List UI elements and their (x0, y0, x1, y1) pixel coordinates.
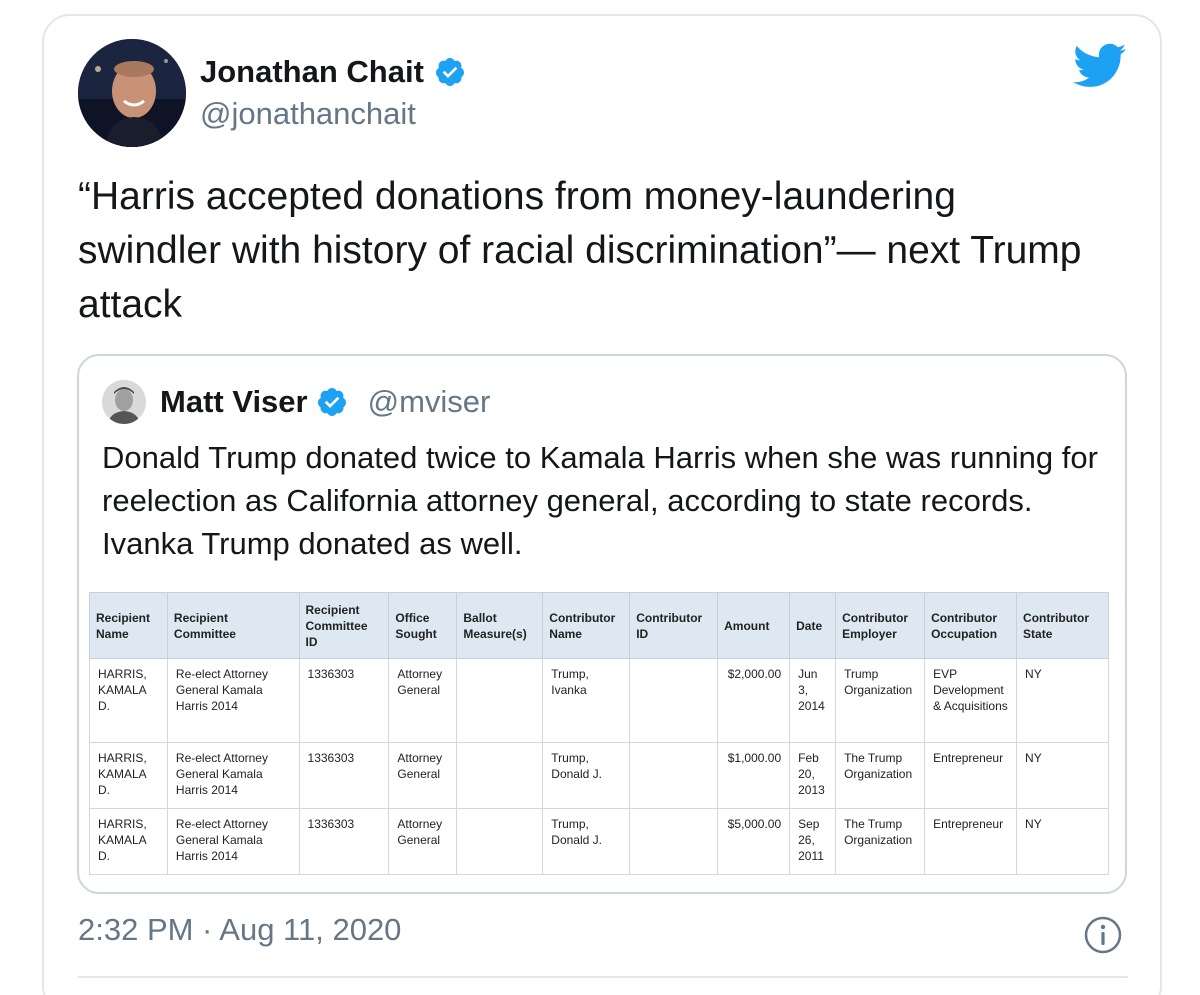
column-header: Date (789, 592, 837, 659)
column-header: Recipient Committee (166, 592, 300, 659)
verified-badge-icon (435, 58, 464, 86)
author-handle[interactable]: @jonathanchait (200, 96, 416, 132)
table-cell: Re-elect Attorney General Kamala Harris … (166, 742, 300, 809)
table-cell: HARRIS, KAMALA D. (89, 808, 168, 875)
table-cell: Feb 20, 2013 (789, 742, 837, 809)
table-cell: HARRIS, KAMALA D. (89, 742, 168, 809)
table-cell: Attorney General (388, 658, 458, 743)
quoted-tweet-text: Donald Trump donated twice to Kamala Har… (102, 440, 1098, 561)
table-row: HARRIS, KAMALA D. Re-elect Attorney Gene… (89, 742, 1109, 809)
tweet-timestamp[interactable]: 2:32 PM · Aug 11, 2020 (78, 912, 401, 948)
twitter-bird-icon[interactable] (1073, 43, 1127, 89)
quoted-author-avatar-image (102, 380, 146, 424)
table-cell: The Trump Organization (835, 808, 926, 875)
table-cell (456, 808, 544, 875)
table-cell: Sep 26, 2011 (789, 808, 837, 875)
table-cell: NY (1016, 658, 1109, 743)
table-cell: NY (1016, 742, 1109, 809)
contribution-records-table: Recipient Name Recipient Committee Recip… (89, 592, 1109, 875)
table-cell: Entrepreneur (924, 808, 1018, 875)
quoted-author-avatar[interactable] (102, 380, 146, 424)
table-cell: NY (1016, 808, 1109, 875)
column-header: Ballot Measure(s) (456, 592, 544, 659)
table-cell: 1336303 (298, 808, 390, 875)
column-header: Contributor Employer (835, 592, 926, 659)
table-row: HARRIS, KAMALA D. Re-elect Attorney Gene… (89, 808, 1109, 875)
author-avatar[interactable] (78, 39, 186, 147)
author-name-row[interactable]: Jonathan Chait (200, 54, 466, 90)
column-header: Office Sought (388, 592, 458, 659)
table-cell: Attorney General (388, 808, 458, 875)
divider (78, 976, 1128, 978)
table-header-row: Recipient Name Recipient Committee Recip… (89, 592, 1109, 659)
table-row: HARRIS, KAMALA D. Re-elect Attorney Gene… (89, 658, 1109, 743)
column-header: Amount (717, 592, 791, 659)
table-cell: $2,000.00 (717, 658, 791, 743)
column-header: Recipient Committee ID (298, 592, 390, 659)
table-cell (456, 658, 544, 743)
table-cell: Trump, Donald J. (542, 808, 631, 875)
table-cell (629, 742, 719, 809)
quoted-author-name[interactable]: Matt Viser (160, 384, 308, 420)
table-cell: Re-elect Attorney General Kamala Harris … (166, 808, 300, 875)
table-cell: The Trump Organization (835, 742, 926, 809)
quoted-author-handle[interactable]: @mviser (368, 384, 491, 420)
table-cell (456, 742, 544, 809)
table-cell: Trump Organization (835, 658, 926, 743)
column-header: Contributor Name (542, 592, 631, 659)
table-cell (629, 658, 719, 743)
column-header: Contributor ID (629, 592, 719, 659)
column-header: Recipient Name (89, 592, 168, 659)
table-cell: EVP Development & Acquisitions (924, 658, 1018, 743)
table-cell: 1336303 (298, 658, 390, 743)
column-header: Contributor State (1016, 592, 1109, 659)
column-header: Contributor Occupation (924, 592, 1018, 659)
verified-badge-icon (317, 388, 346, 416)
quoted-author-row[interactable]: Matt Viser @mviser (160, 384, 490, 420)
table-cell: Attorney General (388, 742, 458, 809)
table-cell: $1,000.00 (717, 742, 791, 809)
table-cell: Entrepreneur (924, 742, 1018, 809)
table-cell: Trump, Ivanka (542, 658, 631, 743)
table-cell: HARRIS, KAMALA D. (89, 658, 168, 743)
author-name[interactable]: Jonathan Chait (200, 54, 424, 90)
author-avatar-image (78, 39, 186, 147)
table-cell: $5,000.00 (717, 808, 791, 875)
table-cell: Re-elect Attorney General Kamala Harris … (166, 658, 300, 743)
tweet-text: “Harris accepted donations from money-la… (78, 175, 1082, 326)
table-cell: Jun 3, 2014 (789, 658, 837, 743)
quoted-tweet[interactable]: Matt Viser @mviser Donald Trump donated … (77, 354, 1127, 894)
table-cell: Trump, Donald J. (542, 742, 631, 809)
table-cell (629, 808, 719, 875)
info-icon[interactable] (1083, 915, 1123, 955)
table-cell: 1336303 (298, 742, 390, 809)
